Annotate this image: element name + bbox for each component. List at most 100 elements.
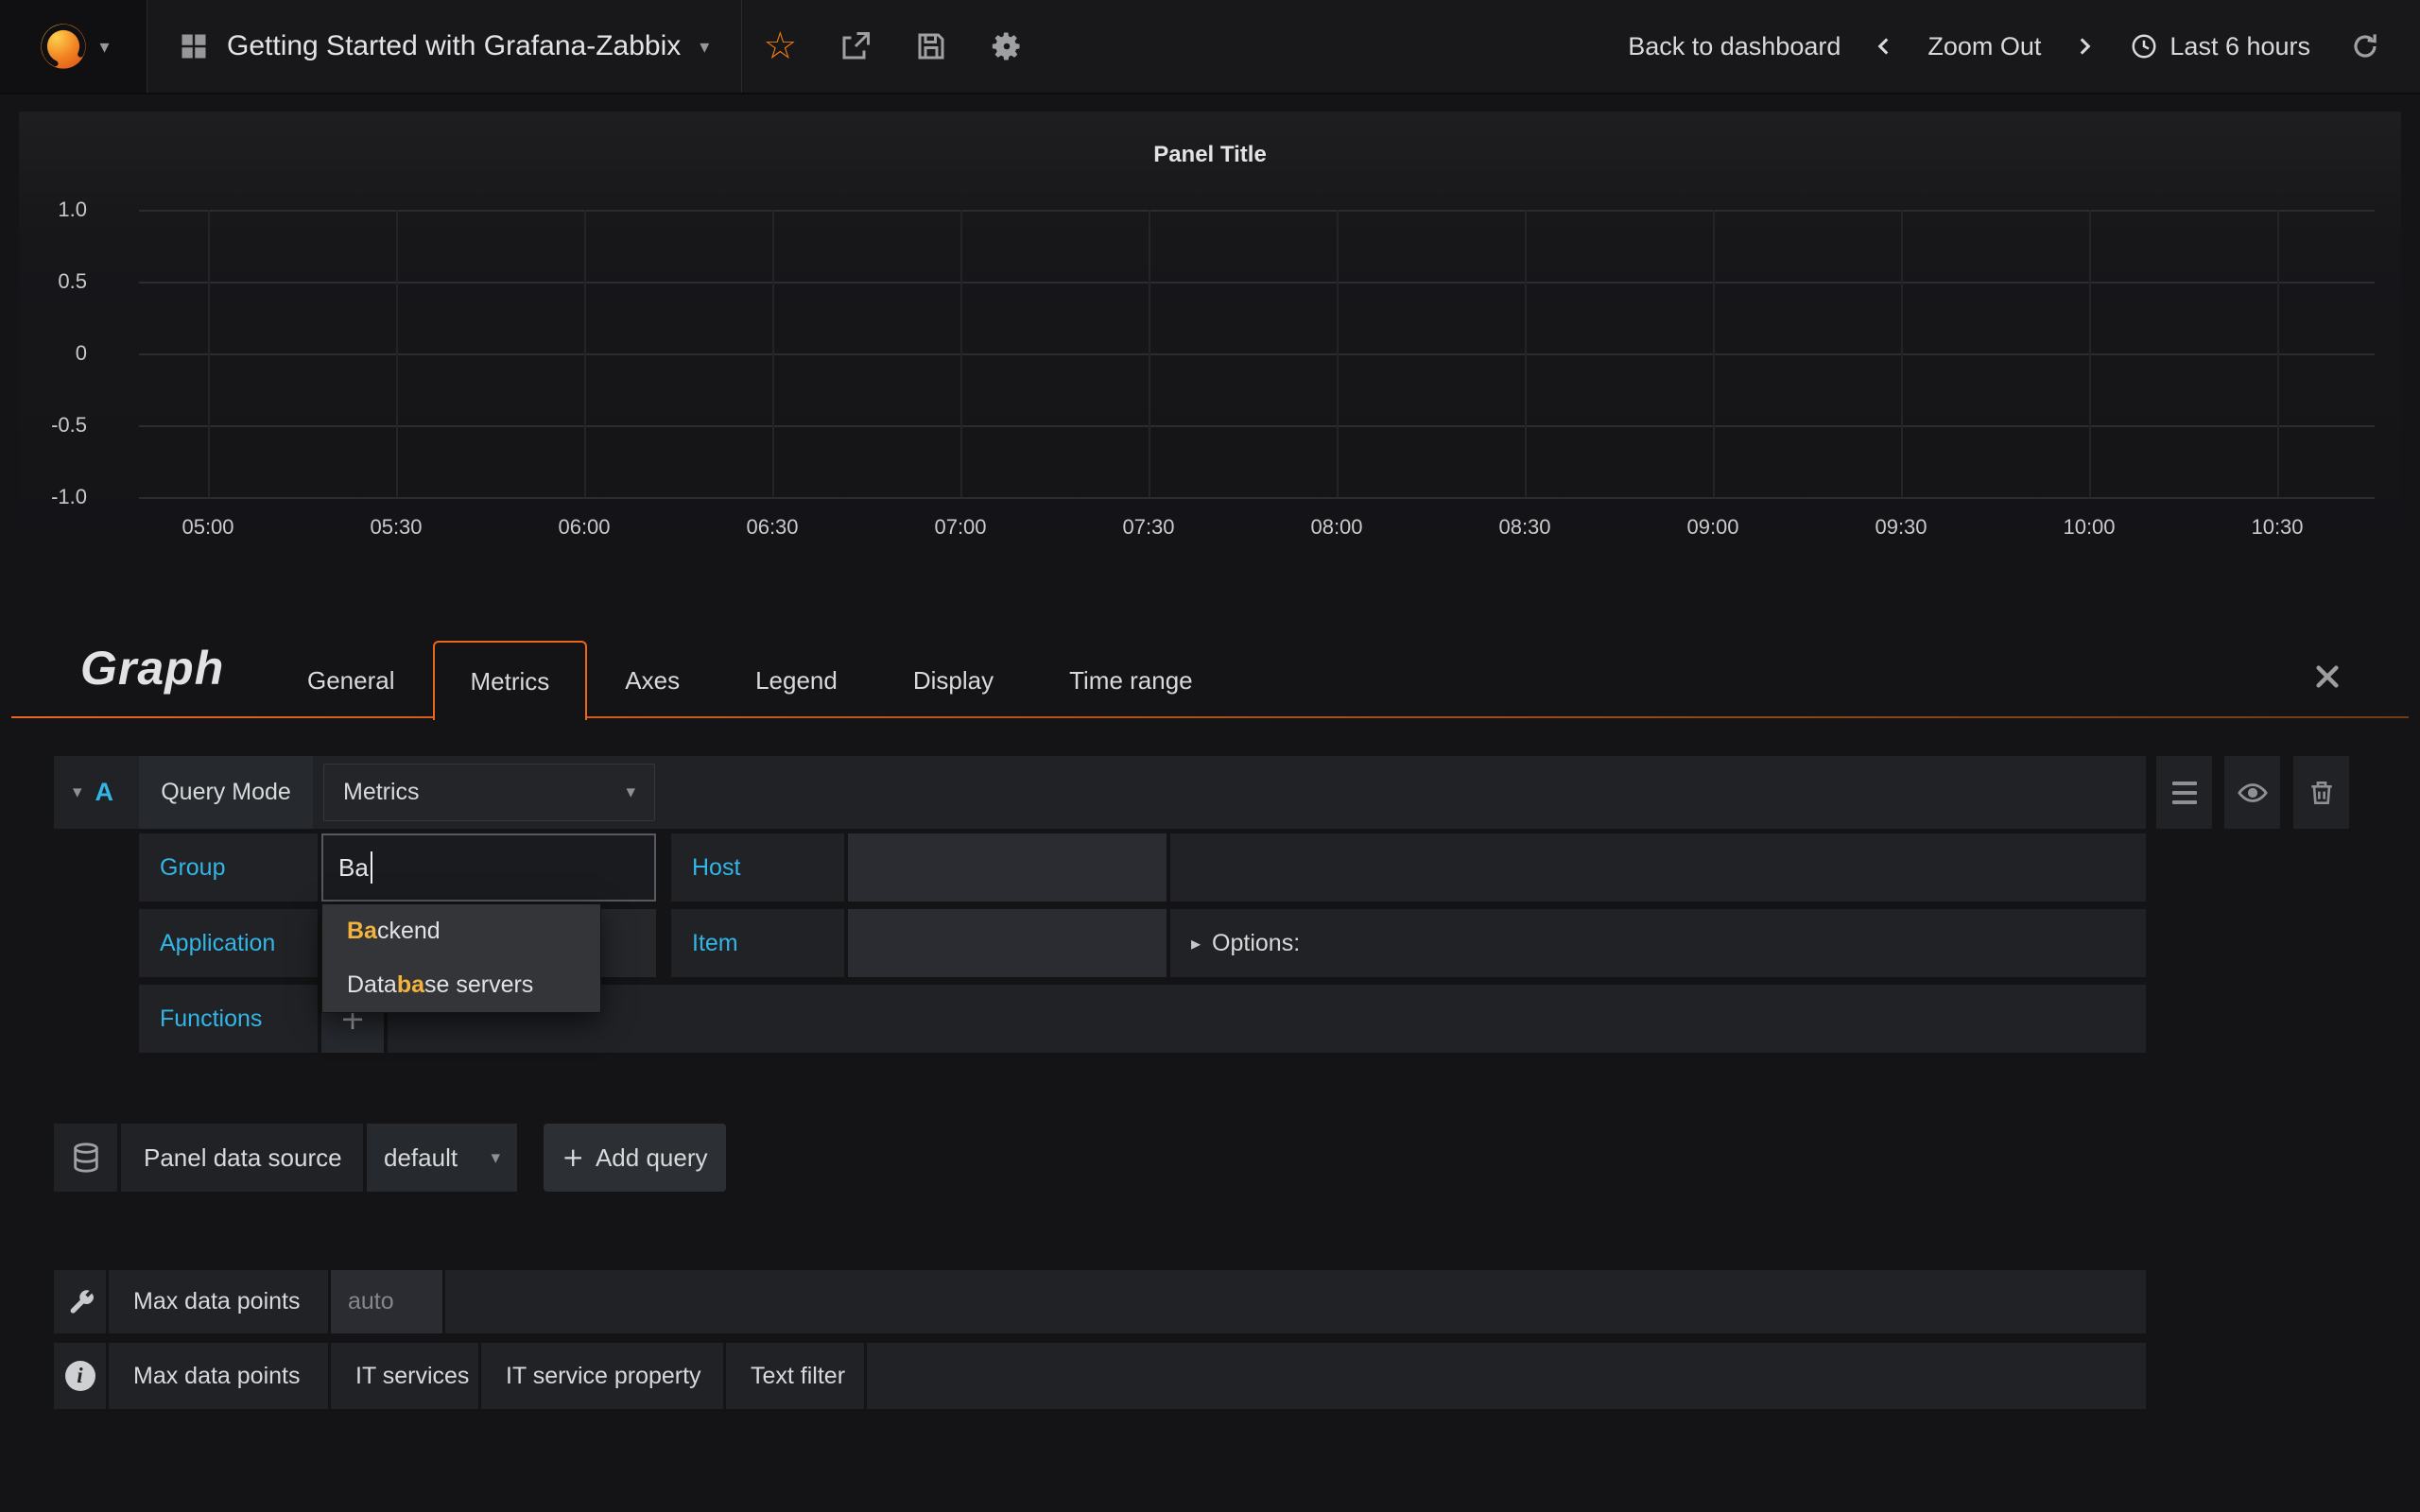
settings-button[interactable]: [969, 0, 1045, 93]
y-axis: 1.00.50-0.5-1.0: [19, 210, 87, 497]
query-mode-label: Query Mode: [139, 756, 313, 829]
autocomplete-option[interactable]: Backend: [322, 904, 600, 958]
tab-time-range[interactable]: Time range: [1031, 641, 1231, 718]
save-button[interactable]: [893, 0, 969, 93]
star-icon: ☆: [763, 27, 797, 65]
share-icon: [838, 29, 873, 63]
wrench-icon: [66, 1288, 95, 1316]
database-icon: [70, 1142, 102, 1174]
save-icon: [914, 29, 948, 63]
zoom-out-button[interactable]: Zoom Out: [1905, 32, 2064, 61]
tab-metrics[interactable]: Metrics: [433, 641, 588, 720]
x-tick-label: 07:30: [1122, 515, 1174, 540]
plus-icon: +: [562, 1144, 584, 1171]
dashboard-title: Getting Started with Grafana-Zabbix: [227, 30, 681, 62]
time-range-picker[interactable]: Last 6 hours: [2105, 32, 2335, 61]
refresh-button[interactable]: [2335, 0, 2395, 93]
query-row-a: ▾ A Query Mode Metrics ▾: [54, 756, 2146, 829]
datasource-select[interactable]: default ▾: [367, 1124, 517, 1192]
x-tick-label: 10:30: [2251, 515, 2303, 540]
application-label: Application: [139, 909, 318, 977]
y-tick-label: 0: [76, 341, 87, 366]
tab-legend[interactable]: Legend: [717, 641, 875, 718]
x-tick-label: 08:30: [1498, 515, 1550, 540]
graph-panel: Panel Title 1.00.50-0.5-1.0 05:0005:3006…: [19, 112, 2401, 570]
footer-cell-max-data-points[interactable]: Max data points: [109, 1343, 328, 1409]
footer-row2-cells: Max data pointsIT servicesIT service pro…: [106, 1343, 2146, 1409]
navbar-right: Back to dashboard Zoom Out Last 6 hours: [1605, 0, 2420, 93]
group-input[interactable]: Ba: [321, 833, 656, 902]
back-to-dashboard-button[interactable]: Back to dashboard: [1605, 32, 1863, 61]
chevron-right-icon: [2072, 34, 2097, 59]
query-mode-value: Metrics: [343, 779, 420, 806]
query-delete-button[interactable]: [2293, 756, 2349, 829]
refresh-icon: [2350, 31, 2380, 61]
max-data-points-input[interactable]: auto: [331, 1270, 442, 1333]
datasource-label: Panel data source: [121, 1124, 363, 1192]
x-tick-label: 08:00: [1310, 515, 1362, 540]
plot-grid: [139, 210, 2375, 497]
tab-display[interactable]: Display: [875, 641, 1031, 718]
editor-tabs: GeneralMetricsAxesLegendDisplayTime rang…: [269, 641, 1231, 718]
datasource-row: Panel data source default ▾ + Add query: [54, 1124, 726, 1192]
y-tick-label: 0.5: [58, 269, 87, 294]
group-host-row: Group Ba Host: [139, 833, 2146, 902]
time-shift-forward-button[interactable]: [2064, 0, 2105, 93]
options-icon-cell: [54, 1270, 106, 1333]
grafana-menu-button[interactable]: ▾: [0, 0, 147, 93]
chevron-left-icon: [1872, 34, 1896, 59]
query-toggle-visibility-button[interactable]: [2224, 756, 2280, 829]
eye-icon: [2237, 777, 2269, 809]
query-menu-button[interactable]: [2156, 756, 2212, 829]
query-mode-select[interactable]: Metrics ▾: [323, 764, 655, 821]
x-tick-label: 05:00: [182, 515, 233, 540]
x-tick-label: 09:00: [1686, 515, 1738, 540]
share-button[interactable]: [818, 0, 893, 93]
options-toggle[interactable]: ▸ Options:: [1170, 930, 1300, 957]
options-label: Options:: [1212, 930, 1300, 957]
trash-icon: [2307, 778, 2337, 808]
add-query-label: Add query: [596, 1143, 708, 1173]
options-caret-icon: ▸: [1191, 934, 1201, 953]
clock-icon: [2130, 32, 2158, 60]
add-query-button[interactable]: + Add query: [544, 1124, 726, 1192]
gear-icon: [990, 29, 1024, 63]
collapse-caret-icon: ▾: [73, 783, 82, 801]
autocomplete-option[interactable]: Database servers: [322, 958, 600, 1012]
group-label: Group: [139, 833, 318, 902]
star-button[interactable]: ☆: [742, 0, 818, 93]
x-tick-label: 06:30: [746, 515, 798, 540]
query-collapse-toggle[interactable]: ▾ A: [54, 756, 139, 829]
info-icon: i: [65, 1361, 95, 1391]
tab-general[interactable]: General: [269, 641, 433, 718]
dashboard-title-menu[interactable]: Getting Started with Grafana-Zabbix ▾: [147, 0, 742, 93]
close-editor-button[interactable]: [2312, 662, 2346, 696]
item-input[interactable]: [848, 909, 1167, 977]
autocomplete-dropdown: BackendDatabase servers: [321, 903, 601, 1013]
x-axis: 05:0005:3006:0006:3007:0007:3008:0008:30…: [139, 515, 2375, 545]
row-filler: [867, 1343, 2146, 1409]
y-tick-label: -1.0: [51, 485, 87, 509]
text-cursor: [371, 851, 372, 884]
footer-cell-it-service-property[interactable]: IT service property: [481, 1343, 723, 1409]
query-options-row: i Max data pointsIT servicesIT service p…: [54, 1343, 2146, 1409]
host-input[interactable]: [848, 833, 1167, 902]
time-range-label: Last 6 hours: [2169, 32, 2310, 61]
max-data-points-label: Max data points: [109, 1270, 328, 1333]
x-tick-label: 09:30: [1875, 515, 1927, 540]
datasource-icon-cell: [54, 1124, 117, 1192]
time-shift-back-button[interactable]: [1863, 0, 1905, 93]
select-caret-icon: ▾: [626, 783, 635, 801]
menu-icon: [2172, 782, 2197, 804]
panel-title[interactable]: Panel Title: [19, 142, 2401, 168]
footer-cell-text-filter[interactable]: Text filter: [726, 1343, 864, 1409]
top-navbar: ▾ Getting Started with Grafana-Zabbix ▾ …: [0, 0, 2420, 94]
x-tick-label: 10:00: [2063, 515, 2115, 540]
grafana-logo: [37, 20, 90, 73]
select-caret-icon: ▾: [491, 1149, 500, 1167]
info-icon-cell: i: [54, 1343, 106, 1409]
tab-axes[interactable]: Axes: [587, 641, 717, 718]
footer-cell-it-services[interactable]: IT services: [331, 1343, 478, 1409]
y-tick-label: -0.5: [51, 413, 87, 438]
x-tick-label: 06:00: [558, 515, 610, 540]
